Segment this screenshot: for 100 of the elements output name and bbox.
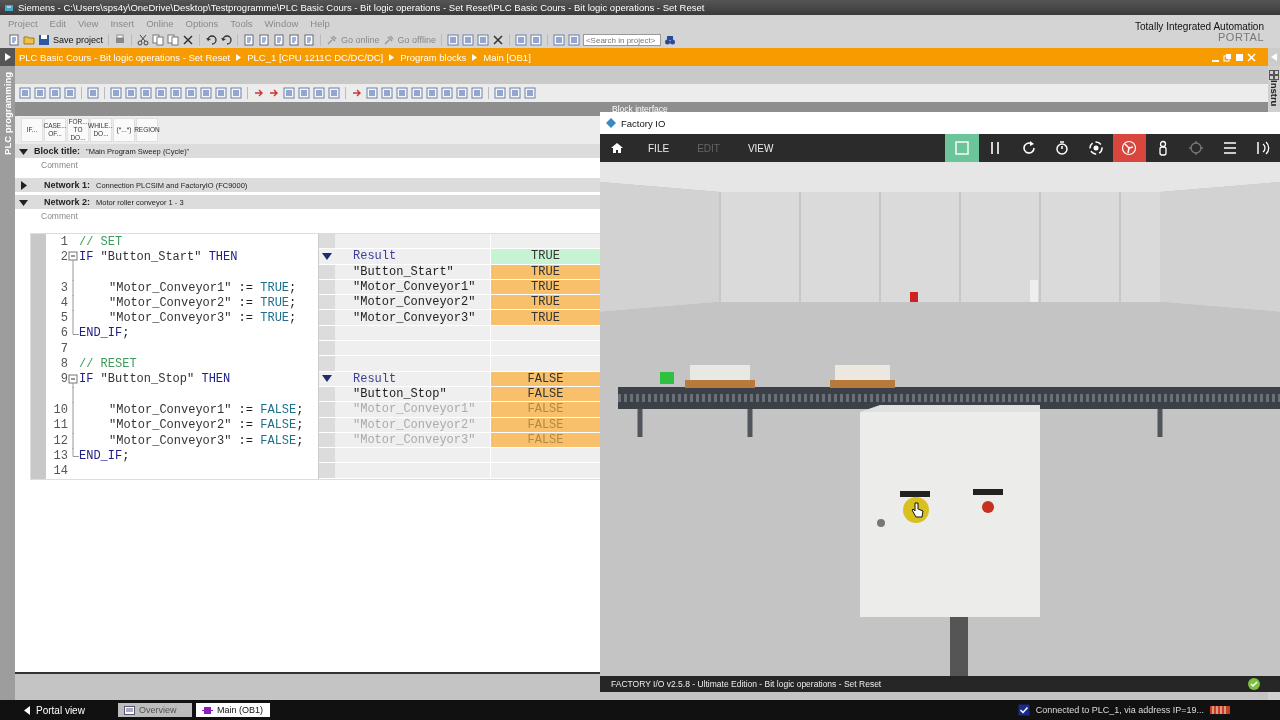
menu-item[interactable]: Insert: [110, 18, 135, 29]
breadcrumb-item[interactable]: PLC_1 [CPU 1211C DC/DC/DC]: [247, 51, 384, 63]
breadcrumb-item[interactable]: Main [OB1]: [483, 51, 531, 63]
search-field[interactable]: <Search in project>: [582, 34, 661, 46]
list-icon[interactable]: [328, 87, 340, 99]
page-icon[interactable]: [8, 34, 20, 46]
close-icon[interactable]: [491, 34, 504, 46]
list-icon[interactable]: [426, 87, 438, 99]
list-icon[interactable]: [200, 87, 212, 99]
hand-cursor-icon: [910, 502, 924, 518]
arrow-icon[interactable]: [351, 87, 363, 99]
restore-icon[interactable]: [1223, 52, 1232, 62]
list-icon[interactable]: [215, 87, 227, 99]
panel-toggle[interactable]: [0, 48, 15, 66]
save-project-button[interactable]: Save project: [53, 35, 104, 45]
scissors-icon[interactable]: [137, 34, 150, 46]
menu-item[interactable]: Help: [310, 18, 330, 29]
check-icon: [1248, 678, 1260, 690]
list-icon[interactable]: [509, 87, 521, 99]
portal-view-button[interactable]: Portal view: [0, 703, 118, 717]
list-icon[interactable]: [396, 87, 408, 99]
side-panel-tab[interactable]: PLC programming: [0, 66, 15, 700]
breadcrumb-item[interactable]: Program blocks: [400, 51, 467, 63]
list-icon[interactable]: [230, 87, 242, 99]
menu-button[interactable]: VIEW: [733, 134, 788, 162]
menu-item[interactable]: Options: [185, 18, 219, 29]
fan-button[interactable]: [1112, 134, 1146, 162]
comment-field[interactable]: Comment: [15, 209, 575, 223]
collapse-triangle-icon[interactable]: [322, 252, 332, 260]
list-icon[interactable]: [529, 34, 542, 46]
list-icon[interactable]: [140, 87, 152, 99]
list-icon[interactable]: [411, 87, 423, 99]
list-icon[interactable]: [87, 87, 99, 99]
list-icon[interactable]: [64, 87, 76, 99]
list-icon[interactable]: [381, 87, 393, 99]
close-icon[interactable]: [182, 34, 195, 46]
arrow-icon[interactable]: [253, 87, 265, 99]
list-icon[interactable]: [494, 87, 506, 99]
block-interface-label[interactable]: Block interface: [612, 104, 668, 114]
list-icon[interactable]: [170, 87, 182, 99]
page-icon[interactable]: [288, 34, 301, 46]
floppy-icon[interactable]: [38, 34, 50, 46]
page-icon[interactable]: [258, 34, 271, 46]
instructions-tab[interactable]: Instru: [1268, 80, 1280, 107]
plug-icon[interactable]: [326, 34, 339, 46]
panel-toggle[interactable]: [1268, 48, 1280, 66]
go-offline-button[interactable]: Go offline: [397, 35, 436, 45]
list-icon[interactable]: [19, 87, 31, 99]
menu-item[interactable]: View: [77, 18, 99, 29]
menu-item[interactable]: Tools: [230, 18, 253, 29]
undo-icon[interactable]: [220, 34, 233, 46]
editor-tab[interactable]: Main (OB1): [196, 703, 270, 717]
menu-item[interactable]: Edit: [49, 18, 66, 29]
page-icon[interactable]: [243, 34, 256, 46]
collapse-icon[interactable]: [1271, 53, 1277, 61]
comment-field[interactable]: Comment: [15, 158, 575, 172]
list-icon[interactable]: [34, 87, 46, 99]
list-icon[interactable]: [461, 34, 474, 46]
binoculars-icon[interactable]: [663, 34, 676, 46]
go-online-button[interactable]: Go online: [341, 35, 380, 45]
list-icon[interactable]: [49, 87, 61, 99]
menu-item[interactable]: Project: [8, 18, 38, 29]
list-icon[interactable]: [110, 87, 122, 99]
list-icon[interactable]: [366, 87, 378, 99]
collapse-triangle-icon[interactable]: [322, 375, 332, 383]
list-icon[interactable]: [552, 34, 565, 46]
progress-icon: [1210, 705, 1230, 715]
list-icon[interactable]: [456, 87, 468, 99]
page-icon[interactable]: [303, 34, 316, 46]
expand-triangle-icon[interactable]: [19, 180, 28, 190]
page-icon[interactable]: [273, 34, 286, 46]
collapse-triangle-icon[interactable]: [19, 146, 28, 156]
expand-icon[interactable]: [4, 53, 11, 61]
plug-icon[interactable]: [382, 34, 395, 46]
fold-toggle-icon[interactable]: [68, 249, 79, 266]
list-icon[interactable]: [125, 87, 137, 99]
list-icon[interactable]: [514, 34, 527, 46]
list-icon[interactable]: [471, 87, 483, 99]
menu-item[interactable]: Online: [146, 18, 174, 29]
list-icon[interactable]: [441, 87, 453, 99]
printer-icon[interactable]: [114, 34, 127, 46]
menu-item[interactable]: Window: [264, 18, 299, 29]
breadcrumb-item[interactable]: PLC Basic Cours - Bit logic operations - Set Reset: [19, 51, 231, 63]
list-icon[interactable]: [446, 34, 459, 46]
list-icon[interactable]: [567, 34, 580, 46]
arrow-icon[interactable]: [268, 87, 280, 99]
editor-tab[interactable]: Overview: [118, 703, 192, 717]
menu-button[interactable]: FILE: [634, 134, 684, 162]
list-icon[interactable]: [313, 87, 325, 99]
list-icon[interactable]: [298, 87, 310, 99]
undo-icon[interactable]: [205, 34, 218, 46]
list-icon[interactable]: [524, 87, 536, 99]
list-icon[interactable]: [185, 87, 197, 99]
list-icon[interactable]: [283, 87, 295, 99]
copy-icon[interactable]: [152, 34, 165, 46]
list-icon[interactable]: [155, 87, 167, 99]
collapse-triangle-icon[interactable]: [19, 197, 28, 207]
maximize-icon[interactable]: [1235, 52, 1244, 62]
grid-icon[interactable]: [1269, 70, 1279, 80]
fold-toggle-icon[interactable]: [68, 371, 79, 388]
